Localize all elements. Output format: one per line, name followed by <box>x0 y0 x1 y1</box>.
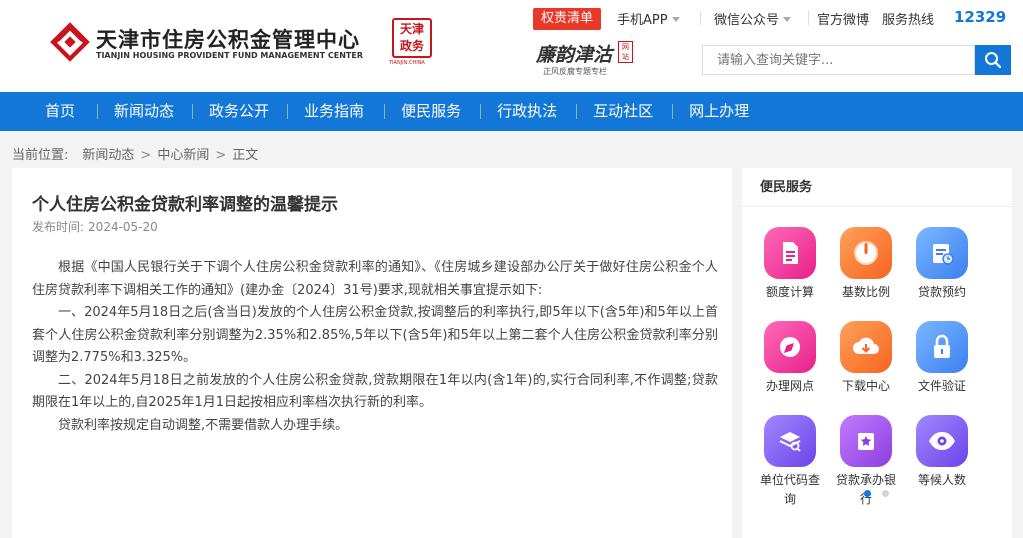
calculator-document-icon <box>764 227 816 279</box>
site-title[interactable]: 天津市住房公积金管理中心 <box>96 24 360 54</box>
main-nav: 首页 新闻动态 政务公开 业务指南 便民服务 行政执法 互动社区 网上办理 <box>0 92 1023 131</box>
integrity-column-tag: 网站 <box>618 41 633 63</box>
breadcrumb-label: 当前位置: <box>12 148 69 163</box>
article-date: 发布时间: 2024-05-20 <box>32 218 158 235</box>
housing-fund-logo-icon[interactable] <box>48 20 92 64</box>
service-label: 办理网点 <box>765 379 814 393</box>
breadcrumb-separator: > <box>215 148 227 163</box>
service-branches[interactable]: 办理网点 <box>755 321 825 396</box>
wechat-link[interactable]: 微信公众号 <box>714 9 792 28</box>
chevron-down-icon <box>671 17 680 22</box>
article-body: 根据《中国人民银行关于下调个人住房公积金贷款利率的通知》、《住房城乡建设部办公厅… <box>32 257 718 437</box>
tianjin-government-seal-icon[interactable]: 天津 政务 <box>392 18 432 58</box>
service-label: 额度计算 <box>765 285 814 299</box>
nav-item-guide[interactable]: 业务指南 <box>287 92 364 131</box>
nav-item-gov-affairs[interactable]: 政务公开 <box>192 92 269 131</box>
lock-verify-icon <box>916 321 968 373</box>
convenience-services-panel: 便民服务 额度计算 基数比例 贷款预约 办理网点 下载中心 文件验证 单位代码查… <box>742 168 1012 538</box>
seal-char: 务 <box>412 39 425 53</box>
seal-char: 天 <box>399 22 412 36</box>
site-header: 天津市住房公积金管理中心 TIANJIN HOUSING PROVIDENT F… <box>0 0 1023 92</box>
divider <box>700 11 701 25</box>
wechat-label: 微信公众号 <box>714 13 780 28</box>
ratio-gauge-icon <box>840 227 892 279</box>
nav-item-home[interactable]: 首页 <box>45 92 75 131</box>
breadcrumb-separator: > <box>140 148 152 163</box>
service-label: 单位代码查询 <box>759 473 820 506</box>
hotline-label: 服务热线 <box>882 13 935 28</box>
panel-title: 便民服务 <box>742 168 1012 207</box>
weibo-link[interactable]: 官方微博 <box>817 9 869 28</box>
mobile-app-link[interactable]: 手机APP <box>617 9 680 28</box>
article-paragraph: 根据《中国人民银行关于下调个人住房公积金贷款利率的通知》、《住房城乡建设部办公厅… <box>32 260 718 298</box>
hotline-number: 12329 <box>954 8 1007 26</box>
location-compass-icon <box>764 321 816 373</box>
article-panel: 个人住房公积金贷款利率调整的温馨提示 发布时间: 2024-05-20 根据《中国… <box>12 168 732 538</box>
breadcrumb-center-news[interactable]: 中心新闻 <box>157 148 209 163</box>
service-quota-calculation[interactable]: 额度计算 <box>755 227 825 302</box>
breadcrumb-current: 正文 <box>232 148 259 163</box>
eye-icon <box>916 415 968 467</box>
nav-item-services[interactable]: 便民服务 <box>384 92 461 131</box>
nav-item-law-enforcement[interactable]: 行政执法 <box>480 92 557 131</box>
nav-item-online-services[interactable]: 网上办理 <box>672 92 749 131</box>
service-loan-appointment[interactable]: 贷款预约 <box>907 227 977 302</box>
article-paragraph: 二、2024年5月18日之前发放的个人住房公积金贷款,贷款期限在1年以内(含1年… <box>32 372 718 411</box>
nav-item-community[interactable]: 互动社区 <box>576 92 653 131</box>
article-paragraph: 贷款利率按规定自动调整,不需要借款人办理手续。 <box>58 417 349 433</box>
site-title-english: TIANJIN HOUSING PROVIDENT FUND MANAGEMEN… <box>96 51 363 60</box>
carousel-dot-active[interactable] <box>864 490 871 497</box>
service-file-verification[interactable]: 文件验证 <box>907 321 977 396</box>
service-label: 下载中心 <box>841 379 890 393</box>
carousel-dot[interactable] <box>882 490 889 497</box>
service-queue-count[interactable]: 等候人数 <box>907 415 977 490</box>
cloud-download-icon <box>840 321 892 373</box>
nav-item-news[interactable]: 新闻动态 <box>97 92 174 131</box>
integrity-column-subtitle: 正风反腐专题专栏 <box>543 67 607 76</box>
bank-star-icon <box>840 415 892 467</box>
search-icon <box>985 52 1002 69</box>
article-title: 个人住房公积金贷款利率调整的温馨提示 <box>32 195 338 215</box>
breadcrumb-news[interactable]: 新闻动态 <box>82 148 134 163</box>
service-base-ratio[interactable]: 基数比例 <box>831 227 901 302</box>
search-button[interactable] <box>975 45 1011 75</box>
seal-char: 津 <box>412 22 425 36</box>
chevron-down-icon <box>783 17 792 22</box>
service-download-center[interactable]: 下载中心 <box>831 321 901 396</box>
date-label: 发布时间: <box>32 220 85 234</box>
service-label: 文件验证 <box>917 379 966 393</box>
search-input[interactable] <box>702 45 975 75</box>
article-paragraph: 一、2024年5月18日之后(含当日)发放的个人住房公积金贷款,按调整后的利率执… <box>32 305 718 365</box>
breadcrumb: 当前位置: 新闻动态 > 中心新闻 > 正文 <box>12 144 262 163</box>
calendar-clock-icon <box>916 227 968 279</box>
mobile-app-label: 手机APP <box>617 13 668 28</box>
date-value: 2024-05-20 <box>88 220 158 234</box>
power-list-button[interactable]: 权责清单 <box>533 8 602 30</box>
service-label: 基数比例 <box>841 285 890 299</box>
integrity-column-logo[interactable]: 廉韵津沽 <box>536 40 612 67</box>
layers-search-icon <box>764 415 816 467</box>
seal-char: 政 <box>399 39 412 53</box>
service-label: 等候人数 <box>917 473 966 487</box>
divider <box>808 11 809 25</box>
service-unit-code-query[interactable]: 单位代码查询 <box>755 415 825 509</box>
seal-caption: TIANJIN.CHINA <box>389 60 425 66</box>
service-label: 贷款预约 <box>917 285 966 299</box>
